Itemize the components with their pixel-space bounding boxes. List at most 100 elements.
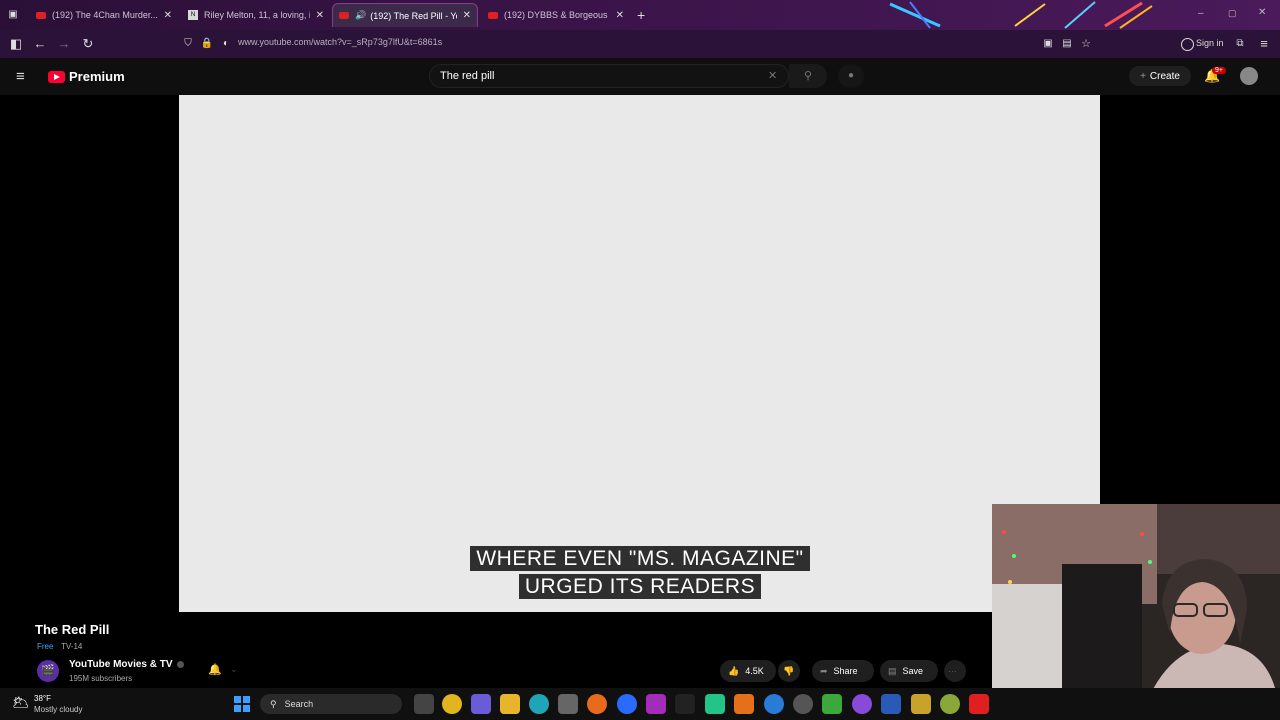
tab-title: (192) The Red Pill - YouTube: [370, 10, 456, 21]
channel-name[interactable]: YouTube Movies & TV: [69, 659, 173, 670]
lock-icon[interactable]: 🔒: [197, 34, 217, 54]
picture-in-picture-icon[interactable]: ▣: [1038, 34, 1058, 54]
app-icon-purple[interactable]: [852, 694, 872, 714]
like-button[interactable]: 👍 4.5K: [720, 660, 776, 682]
search-value: The red pill: [440, 70, 495, 82]
settings-icon[interactable]: [793, 694, 813, 714]
dislike-button[interactable]: 👎: [778, 660, 800, 682]
app-icon-doc[interactable]: [881, 694, 901, 714]
reload-icon[interactable]: ↻: [78, 34, 98, 54]
close-window-button[interactable]: ✕: [1258, 7, 1266, 18]
app-icon-green[interactable]: [822, 694, 842, 714]
tab-dybbs-borgeous[interactable]: (192) DYBBS & Borgeous - TSU ✕: [482, 3, 630, 27]
chrome-icon[interactable]: [442, 694, 462, 714]
speaker-icon[interactable]: 🔊: [355, 10, 366, 21]
sign-in-button[interactable]: Sign in: [1196, 38, 1224, 48]
task-view-icon[interactable]: [414, 694, 434, 714]
permissions-icon[interactable]: ◐: [216, 34, 236, 54]
shield-icon[interactable]: ⛉: [178, 34, 198, 54]
more-icon: ⋯: [948, 665, 957, 676]
firefox-icon[interactable]: [587, 694, 607, 714]
save-label: Save: [902, 666, 924, 676]
tab-title: Riley Melton, 11, a loving, inqui: [204, 10, 310, 20]
youtube-play-icon: [48, 70, 65, 83]
messenger-icon[interactable]: [617, 694, 637, 714]
file-explorer-icon[interactable]: [500, 694, 520, 714]
search-button[interactable]: ⚲: [789, 64, 827, 88]
youtube-logo[interactable]: Premium: [48, 69, 125, 84]
forward-icon[interactable]: →: [54, 34, 74, 54]
taskbar-search[interactable]: ⚲ Search: [260, 694, 402, 714]
share-button[interactable]: ➦ Share: [812, 660, 874, 682]
close-tab-icon[interactable]: ✕: [316, 10, 324, 21]
start-button[interactable]: [234, 696, 250, 712]
tab-red-pill[interactable]: 🔊 (192) The Red Pill - YouTube ✕: [332, 3, 478, 27]
logo-text: Premium: [69, 69, 125, 84]
share-label: Share: [833, 666, 858, 676]
subscriber-count: 195M subscribers: [69, 674, 133, 683]
verified-icon: [177, 661, 184, 668]
free-label: Free: [37, 642, 54, 651]
close-tab-icon[interactable]: ✕: [463, 10, 471, 21]
reader-view-icon[interactable]: ▤: [1057, 34, 1077, 54]
save-icon: ▤: [888, 665, 897, 676]
search-input[interactable]: The red pill: [429, 64, 789, 88]
content-rating: TV-14: [61, 642, 83, 651]
youtube-taskbar-icon[interactable]: [969, 694, 989, 714]
restore-button[interactable]: ▢: [1228, 8, 1237, 19]
news-favicon-icon: N: [188, 10, 198, 20]
weather-icon[interactable]: 🌥: [12, 694, 30, 711]
create-label: Create: [1149, 70, 1180, 82]
share-icon: ➦: [820, 665, 828, 676]
video-player[interactable]: [179, 95, 1100, 612]
plus-icon: +: [1140, 70, 1146, 82]
search-icon: ⚲: [270, 698, 277, 709]
bookmark-star-icon[interactable]: ☆: [1076, 34, 1096, 54]
tab-riley-melton[interactable]: N Riley Melton, 11, a loving, inqui ✕: [182, 3, 330, 27]
account-icon[interactable]: [1181, 38, 1194, 51]
avatar[interactable]: [1240, 67, 1258, 85]
app-icon-round[interactable]: [940, 694, 960, 714]
tab-list-icon[interactable]: ▣: [6, 8, 20, 22]
close-tab-icon[interactable]: ✕: [616, 10, 624, 21]
extensions-icon[interactable]: ⧉: [1230, 34, 1250, 54]
channel-avatar[interactable]: 🎬: [37, 660, 59, 682]
sidebar-toggle-icon[interactable]: ◧: [6, 34, 26, 54]
more-actions-button[interactable]: ⋯: [944, 660, 966, 682]
new-tab-button[interactable]: +: [637, 7, 645, 23]
youtube-favicon-icon: [488, 11, 498, 19]
voice-search-icon[interactable]: ●: [838, 64, 864, 88]
taskbar: [0, 688, 1280, 720]
notification-bell-icon[interactable]: 🔔: [208, 663, 222, 676]
theme-artwork: [889, 1, 1153, 29]
app-icon-yellow[interactable]: [911, 694, 931, 714]
create-button[interactable]: + Create: [1129, 66, 1191, 86]
save-button[interactable]: ▤ Save: [880, 660, 938, 682]
tab-title: (192) DYBBS & Borgeous - TSU: [504, 10, 610, 20]
copilot-icon[interactable]: [471, 694, 491, 714]
discord-icon[interactable]: [705, 694, 725, 714]
guide-menu-icon[interactable]: ≡: [16, 68, 25, 85]
menu-icon[interactable]: ≡: [1254, 34, 1274, 54]
chevron-down-icon[interactable]: ⌄: [230, 664, 238, 675]
app-icon-dark[interactable]: [675, 694, 695, 714]
search-label: Search: [284, 699, 314, 709]
store-icon[interactable]: [558, 694, 578, 714]
close-tab-icon[interactable]: ✕: [164, 10, 172, 21]
clear-search-icon[interactable]: ✕: [768, 69, 777, 82]
minimize-button[interactable]: –: [1198, 8, 1204, 19]
browser-icon-blue[interactable]: [764, 694, 784, 714]
edge-icon[interactable]: [529, 694, 549, 714]
notifications-badge: 9+: [1212, 67, 1226, 74]
thumbs-up-icon: 👍: [728, 665, 740, 676]
brave-icon[interactable]: [734, 694, 754, 714]
tab-4chan-murder[interactable]: (192) The 4Chan Murder... | The ✕: [30, 3, 178, 27]
address-bar[interactable]: www.youtube.com/watch?v=_sRp73g7lfU&t=68…: [238, 37, 442, 47]
caption-text: URGED ITS READERS: [518, 574, 762, 599]
thumbs-down-icon: 👎: [783, 665, 795, 676]
app-icon-p[interactable]: [646, 694, 666, 714]
weather-desc: Mostly cloudy: [34, 705, 83, 714]
youtube-favicon-icon: [339, 12, 349, 19]
back-icon[interactable]: ←: [30, 34, 50, 54]
like-count: 4.5K: [745, 666, 764, 676]
